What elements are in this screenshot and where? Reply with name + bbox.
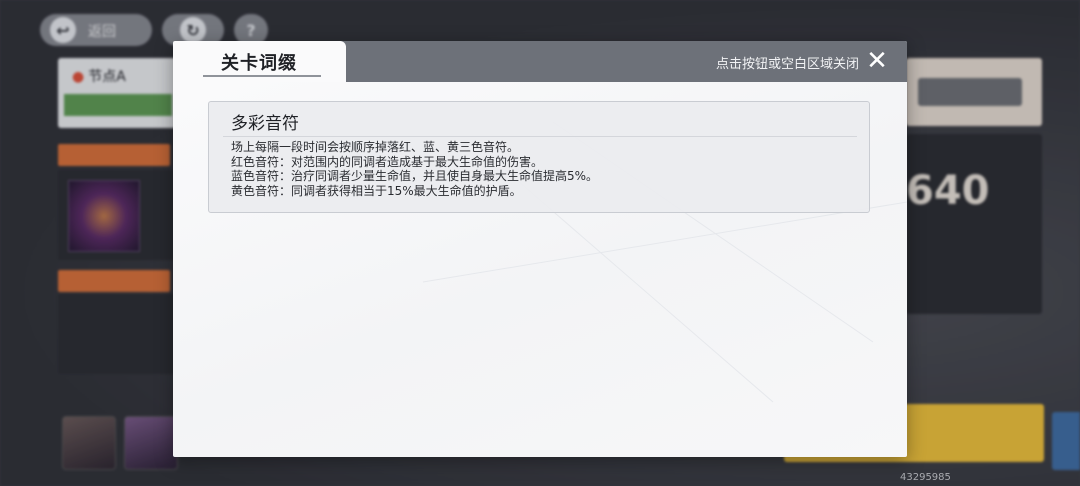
tab-underline bbox=[203, 75, 321, 77]
affix-line: 场上每隔一段时间会按顺序掉落红、蓝、黄三色音符。 bbox=[231, 140, 520, 154]
affix-title: 多彩音符 bbox=[231, 114, 299, 134]
close-icon[interactable]: ✕ bbox=[865, 48, 889, 74]
tab-stage-affix[interactable]: 关卡词缀 bbox=[173, 41, 346, 82]
stage-affix-dialog: 关卡词缀 点击按钮或空白区域关闭 ✕ 多彩音符 场上每隔一段时间会按顺序掉落红、… bbox=[173, 41, 907, 457]
dialog-header: 关卡词缀 点击按钮或空白区域关闭 ✕ bbox=[173, 41, 907, 82]
affix-divider bbox=[223, 136, 857, 137]
affix-card: 多彩音符 场上每隔一段时间会按顺序掉落红、蓝、黄三色音符。 红色音符：对范围内的… bbox=[208, 101, 870, 213]
affix-description: 场上每隔一段时间会按顺序掉落红、蓝、黄三色音符。 红色音符：对范围内的同调者造成… bbox=[231, 140, 598, 198]
affix-line: 蓝色音符：治疗同调者少量生命值，并且使自身最大生命值提高5%。 bbox=[231, 169, 599, 183]
affix-line: 红色音符：对范围内的同调者造成基于最大生命值的伤害。 bbox=[231, 154, 544, 169]
close-hint: 点击按钮或空白区域关闭 bbox=[715, 57, 859, 72]
affix-line: 黄色音符：同调者获得相当于15%最大生命值的护盾。 bbox=[231, 183, 522, 198]
tab-title: 关卡词缀 bbox=[221, 53, 297, 74]
